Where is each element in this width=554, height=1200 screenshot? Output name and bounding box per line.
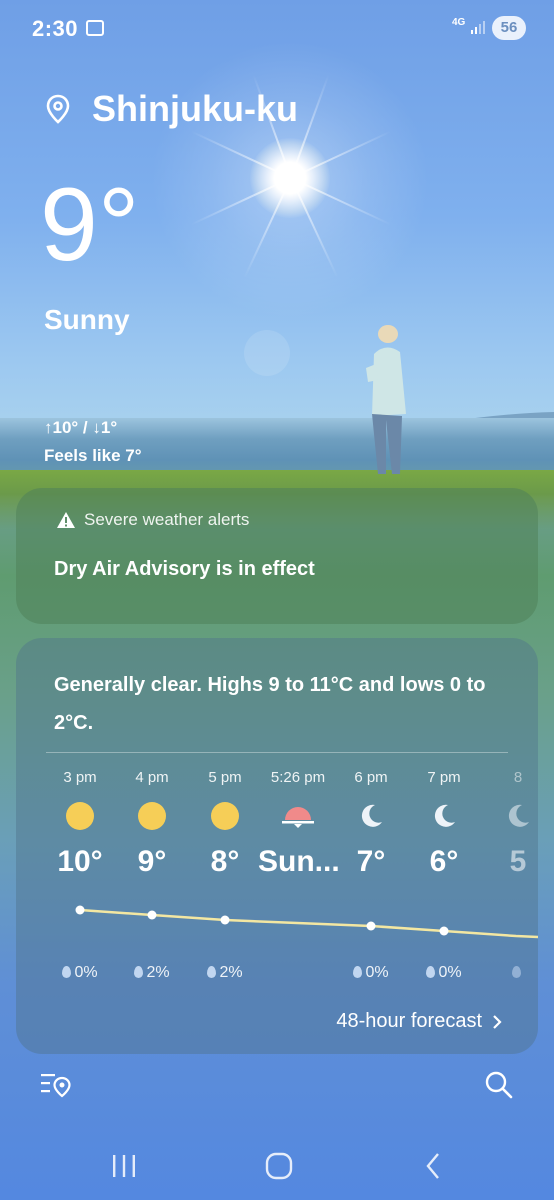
precip-item: 0% bbox=[40, 964, 120, 982]
sun-icon bbox=[138, 802, 166, 830]
precip-item: 2% bbox=[112, 964, 192, 982]
hour-temp: 6° bbox=[429, 845, 459, 878]
hour-temp: 9° bbox=[137, 845, 167, 878]
weather-alert-card[interactable]: Severe weather alerts Dry Air Advisory i… bbox=[16, 488, 538, 624]
hourly-forecast-list[interactable]: 3 pm 10° 4 pm 9° 5 pm 8° 5:26 pm Sun... … bbox=[16, 766, 538, 986]
sun-icon bbox=[66, 802, 94, 830]
trend-point bbox=[75, 905, 85, 915]
hour-temp: 5 bbox=[509, 845, 527, 878]
location-name[interactable]: Shinjuku-ku bbox=[92, 88, 298, 130]
hour-temp: 10° bbox=[57, 845, 103, 878]
trend-point bbox=[147, 910, 157, 920]
hour-time: 6 pm bbox=[354, 769, 388, 786]
hour-item: 7 pm 6° bbox=[404, 766, 484, 882]
alert-header: Severe weather alerts bbox=[56, 510, 249, 530]
gallery-notification-icon bbox=[86, 20, 104, 36]
precip-item: 2% bbox=[185, 964, 265, 982]
forecast-summary: Generally clear. Highs 9 to 11°C and low… bbox=[54, 674, 486, 734]
battery-indicator: 56 bbox=[492, 16, 526, 40]
temperature-trend-line bbox=[75, 905, 538, 939]
alert-header-label: Severe weather alerts bbox=[84, 510, 250, 529]
status-bar: 2:30 4G 56 bbox=[0, 0, 554, 56]
back-icon[interactable] bbox=[424, 1152, 442, 1180]
trend-point bbox=[220, 915, 230, 925]
raindrop-icon bbox=[353, 966, 363, 978]
precip-value: 2% bbox=[219, 964, 243, 981]
lens-flare bbox=[244, 330, 290, 376]
moon-icon bbox=[508, 804, 529, 827]
raindrop-icon bbox=[207, 966, 217, 978]
hourly-forecast-card: Generally clear. Highs 9 to 11°C and low… bbox=[16, 638, 538, 1054]
chevron-right-icon bbox=[493, 1014, 502, 1029]
trend-point bbox=[366, 921, 376, 931]
precip-item: 0% bbox=[331, 964, 411, 982]
hour-item: 5 pm 8° bbox=[185, 766, 265, 882]
hour-item: 8 5 bbox=[478, 766, 538, 882]
moon-icon bbox=[361, 804, 382, 827]
signal-icon bbox=[471, 21, 485, 34]
raindrop-icon bbox=[512, 966, 521, 978]
recent-apps-icon[interactable] bbox=[110, 1154, 138, 1178]
home-icon[interactable] bbox=[265, 1152, 293, 1180]
raindrop-icon bbox=[62, 966, 72, 978]
sun-illustration bbox=[250, 138, 330, 218]
bottom-app-bar bbox=[0, 1062, 554, 1110]
raindrop-icon bbox=[134, 966, 144, 978]
feels-like: Feels like 7° bbox=[44, 446, 142, 465]
48-hour-forecast-label: 48-hour forecast bbox=[336, 1010, 482, 1032]
sunset-icon bbox=[282, 807, 314, 828]
system-navigation-bar bbox=[0, 1140, 554, 1190]
status-time: 2:30 bbox=[32, 16, 79, 41]
hour-temp: 8° bbox=[210, 845, 240, 878]
trend-point bbox=[439, 926, 449, 936]
search-icon[interactable] bbox=[484, 1070, 514, 1100]
network-type: 4G bbox=[452, 17, 466, 28]
forecast-divider bbox=[46, 752, 508, 753]
warning-icon bbox=[57, 512, 75, 528]
hour-time: 5 pm bbox=[208, 769, 242, 786]
hour-time: 4 pm bbox=[135, 769, 169, 786]
precip-value: 0% bbox=[438, 964, 462, 981]
moon-icon bbox=[434, 804, 455, 827]
high-low-temperature: ↑10° / ↓1° bbox=[44, 418, 118, 437]
hour-temp: 7° bbox=[356, 845, 386, 878]
hour-time: 7 pm bbox=[427, 769, 461, 786]
hour-temp: Sun... bbox=[258, 845, 340, 878]
hour-time: 5:26 pm bbox=[270, 769, 326, 786]
alert-message: Dry Air Advisory is in effect bbox=[54, 558, 315, 580]
location-list-icon[interactable] bbox=[40, 1070, 72, 1098]
hour-item: 6 pm 7° bbox=[331, 766, 411, 882]
current-condition: Sunny bbox=[44, 304, 130, 335]
hour-item: 5:26 pm Sun... bbox=[258, 766, 340, 882]
location-pin-icon bbox=[46, 94, 70, 124]
precip-value: 0% bbox=[365, 964, 389, 981]
hour-item: 3 pm 10° bbox=[40, 766, 120, 882]
current-temperature: 9° bbox=[40, 167, 140, 283]
hour-time: 3 pm bbox=[63, 769, 97, 786]
precip-item bbox=[478, 964, 538, 982]
precip-value: 2% bbox=[146, 964, 170, 981]
sun-icon bbox=[211, 802, 239, 830]
hour-item: 4 pm 9° bbox=[112, 766, 192, 882]
hour-time: 8 bbox=[513, 769, 523, 786]
48-hour-forecast-link[interactable]: 48-hour forecast bbox=[336, 1010, 502, 1033]
person-illustration bbox=[366, 325, 406, 474]
precip-value: 0% bbox=[74, 964, 98, 981]
raindrop-icon bbox=[426, 966, 436, 978]
precip-item: 0% bbox=[404, 964, 484, 982]
